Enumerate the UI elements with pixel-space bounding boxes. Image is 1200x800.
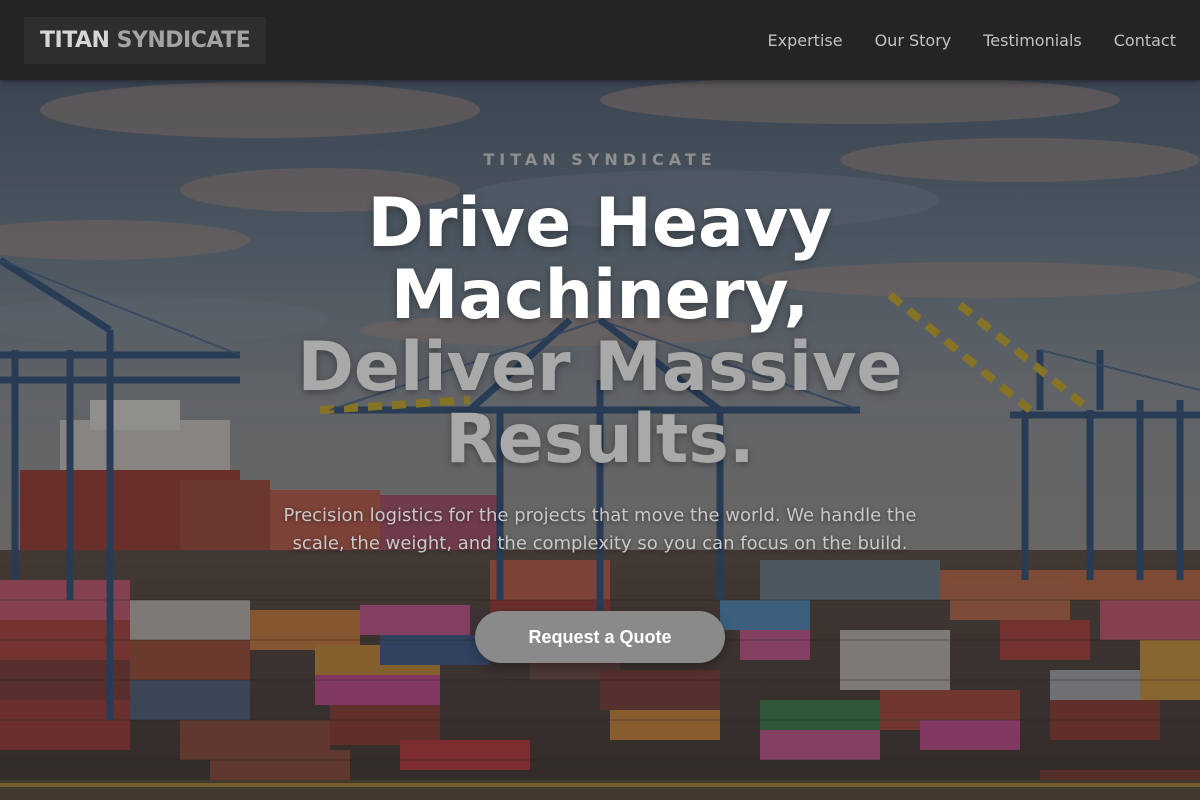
nav-link-contact[interactable]: Contact [1114,31,1176,50]
hero-section: TITAN SYNDICATE Drive Heavy Machinery, D… [0,80,1200,800]
hero-eyebrow: TITAN SYNDICATE [483,150,717,169]
headline-line-4: Results. [445,400,755,479]
nav-links: Expertise Our Story Testimonials Contact [768,31,1176,50]
brand-logo[interactable]: TITAN SYNDICATE [24,16,267,64]
brand-name-part1: TITAN [40,27,110,53]
nav-link-expertise[interactable]: Expertise [768,31,843,50]
brand-name-part2: SYNDICATE [116,27,251,53]
nav-link-testimonials[interactable]: Testimonials [983,31,1082,50]
headline-line-1: Drive Heavy [367,184,833,263]
top-navbar: TITAN SYNDICATE Expertise Our Story Test… [0,0,1200,80]
hero-headline: Drive Heavy Machinery, Deliver Massive R… [250,188,950,476]
headline-line-3: Deliver Massive [297,328,903,407]
nav-link-our-story[interactable]: Our Story [875,31,952,50]
hero-subtext: Precision logistics for the projects tha… [283,505,917,554]
request-quote-button[interactable]: Request a Quote [475,611,725,663]
hero-content: TITAN SYNDICATE Drive Heavy Machinery, D… [0,80,1200,800]
headline-line-2: Machinery, [390,256,810,335]
